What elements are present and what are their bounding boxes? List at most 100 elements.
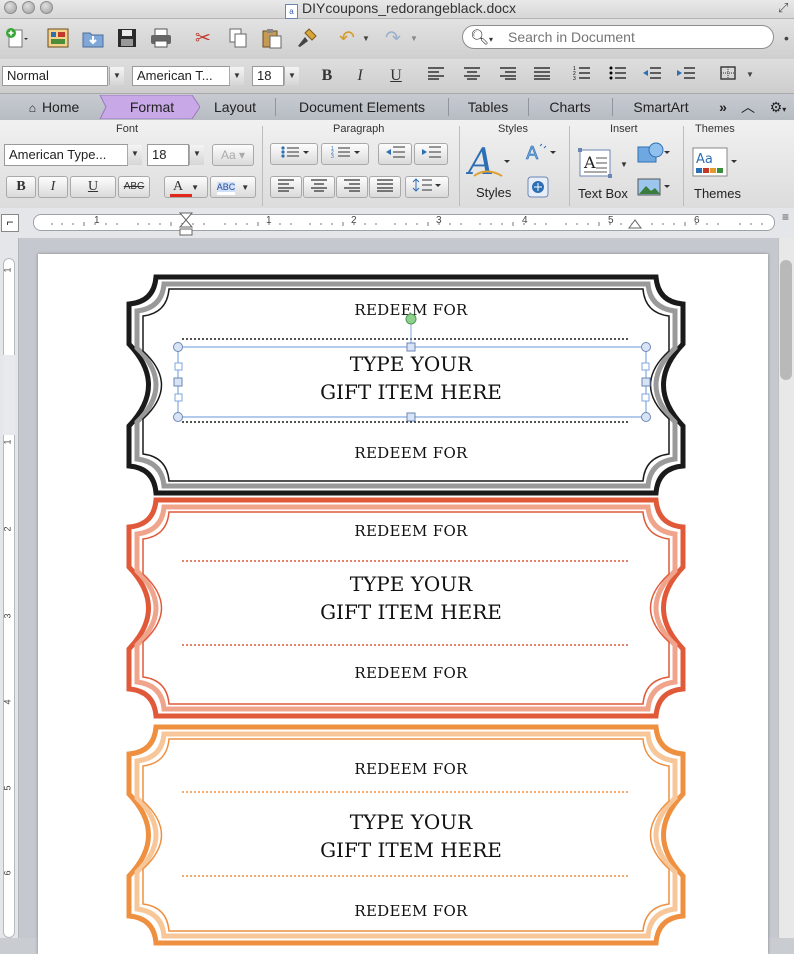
- align-left-icon[interactable]: [424, 66, 448, 86]
- search-icon[interactable]: 🔍︎▾: [470, 28, 493, 46]
- ribbon-bullets-button[interactable]: [270, 143, 318, 165]
- ribbon-size-selector[interactable]: 18: [147, 144, 189, 166]
- increase-indent-icon[interactable]: [674, 66, 698, 86]
- templates-icon[interactable]: [45, 25, 71, 51]
- cut-icon[interactable]: ✂: [190, 25, 216, 51]
- ribbon-italic-button[interactable]: I: [38, 176, 68, 198]
- undo-icon[interactable]: ↶: [334, 25, 360, 51]
- window-title-text: DIYcoupons_redorangeblack.docx: [302, 0, 517, 16]
- justify-icon[interactable]: [530, 66, 554, 86]
- format-painter-icon[interactable]: [294, 25, 320, 51]
- ribbon-increase-indent-button[interactable]: [414, 143, 448, 165]
- tab-separator: [448, 98, 449, 116]
- left-indent-marker-icon[interactable]: [178, 212, 194, 240]
- toolbar-overflow-icon[interactable]: •: [784, 30, 789, 46]
- text-box-selection[interactable]: [172, 312, 654, 424]
- ribbon-align-center-button[interactable]: [303, 176, 335, 198]
- text-effects-icon[interactable]: A: [524, 142, 558, 164]
- coupon-gift-line[interactable]: GIFT ITEM HERE: [236, 598, 586, 626]
- group-separator: [459, 126, 460, 206]
- ribbon-underline-button[interactable]: U: [70, 176, 116, 198]
- tab-format[interactable]: Format: [100, 95, 204, 119]
- redo-dropdown-icon[interactable]: ▼: [410, 34, 418, 43]
- ruler-number: 1: [266, 215, 272, 226]
- font-color-swatch: [170, 194, 192, 197]
- ribbon-font-selector[interactable]: American Type...: [4, 144, 128, 166]
- text-box-dropdown-icon[interactable]: ▼: [620, 160, 628, 169]
- zoom-window-button[interactable]: [40, 1, 53, 14]
- ruler-toggle-icon[interactable]: ≡: [782, 210, 789, 224]
- search-input[interactable]: [508, 27, 763, 47]
- right-indent-marker-icon[interactable]: [628, 218, 642, 230]
- collapse-ribbon-icon[interactable]: ︿: [738, 95, 758, 119]
- scrollbar-thumb[interactable]: [780, 260, 792, 380]
- bullet-list-icon[interactable]: [606, 66, 630, 86]
- group-label-styles: Styles: [498, 123, 528, 135]
- highlight-button[interactable]: ABC ▼: [210, 176, 256, 198]
- underline-button[interactable]: U: [384, 66, 408, 86]
- styles-gallery-icon[interactable]: A: [465, 140, 512, 183]
- ribbon-font-dropdown-icon[interactable]: ▼: [127, 145, 142, 165]
- coupon-gift-line[interactable]: TYPE YOUR: [236, 570, 586, 598]
- undo-dropdown-icon[interactable]: ▼: [362, 34, 370, 43]
- vertical-ruler-number: 2: [2, 526, 13, 532]
- borders-icon[interactable]: [716, 66, 740, 86]
- size-dropdown-icon[interactable]: ▼: [284, 67, 299, 85]
- bold-button[interactable]: B: [315, 66, 339, 86]
- coupon-gift-line[interactable]: TYPE YOUR: [236, 808, 586, 836]
- align-center-icon[interactable]: [460, 66, 484, 86]
- tab-home[interactable]: ⌂ Home: [16, 95, 92, 119]
- new-document-icon[interactable]: [2, 25, 32, 51]
- text-box-icon[interactable]: A: [578, 146, 614, 180]
- more-tabs-icon[interactable]: »: [712, 95, 734, 119]
- themes-gallery-icon[interactable]: Aa: [692, 146, 740, 180]
- group-label-font: Font: [116, 123, 139, 135]
- tab-charts[interactable]: Charts: [532, 95, 608, 119]
- change-case-button[interactable]: Aa ▾: [212, 144, 254, 166]
- paste-icon[interactable]: [259, 25, 285, 51]
- ribbon-decrease-indent-button[interactable]: [378, 143, 412, 165]
- ribbon-bold-button[interactable]: B: [6, 176, 36, 198]
- style-dropdown-icon[interactable]: ▼: [109, 67, 124, 85]
- tab-tables[interactable]: Tables: [452, 95, 524, 119]
- size-selector[interactable]: 18: [252, 66, 284, 86]
- line-spacing-button[interactable]: [405, 176, 449, 198]
- print-icon[interactable]: [148, 25, 174, 51]
- align-right-icon[interactable]: [496, 66, 520, 86]
- open-icon[interactable]: [80, 25, 106, 51]
- numbered-list-icon[interactable]: 123: [570, 66, 594, 86]
- ribbon-align-right-button[interactable]: [336, 176, 368, 198]
- tab-document-elements[interactable]: Document Elements: [280, 95, 444, 119]
- tab-stop-selector-icon[interactable]: ⌐: [1, 214, 19, 232]
- size-selector-value: 18: [257, 68, 272, 83]
- picture-icon[interactable]: [636, 176, 672, 198]
- quick-styles-icon[interactable]: [527, 176, 549, 198]
- tab-layout[interactable]: Layout: [200, 95, 270, 119]
- decrease-indent-icon[interactable]: [640, 66, 664, 86]
- strikethrough-button[interactable]: ABC: [118, 176, 150, 198]
- redo-icon[interactable]: ↷: [380, 25, 406, 51]
- coupon-gift-line[interactable]: GIFT ITEM HERE: [236, 836, 586, 864]
- close-window-button[interactable]: [4, 1, 17, 14]
- tab-smartart[interactable]: SmartArt: [616, 95, 706, 119]
- style-selector[interactable]: Normal: [2, 66, 108, 86]
- ribbon-justify-button[interactable]: [369, 176, 401, 198]
- font-dropdown-icon[interactable]: ▼: [229, 67, 244, 85]
- ribbon-align-left-button[interactable]: [270, 176, 302, 198]
- text-box-label: Text Box: [578, 186, 628, 201]
- fullscreen-icon[interactable]: ⤢: [778, 0, 788, 16]
- font-selector[interactable]: American T...: [132, 66, 230, 86]
- borders-dropdown-icon[interactable]: ▼: [746, 70, 754, 79]
- ribbon-numbering-button[interactable]: 123: [321, 143, 369, 165]
- font-color-dropdown-icon: ▼: [191, 183, 200, 192]
- highlight-label: ABC: [216, 182, 236, 195]
- shapes-icon[interactable]: [636, 142, 672, 164]
- vertical-ruler-margin: [3, 355, 15, 435]
- ribbon-settings-icon[interactable]: ⚙▾: [764, 95, 792, 119]
- save-icon[interactable]: [114, 25, 140, 51]
- font-selector-value: American T...: [137, 68, 213, 83]
- copy-icon[interactable]: [225, 25, 251, 51]
- ribbon-size-dropdown-icon[interactable]: ▼: [189, 145, 204, 165]
- minimize-window-button[interactable]: [22, 1, 35, 14]
- italic-button[interactable]: I: [348, 66, 372, 86]
